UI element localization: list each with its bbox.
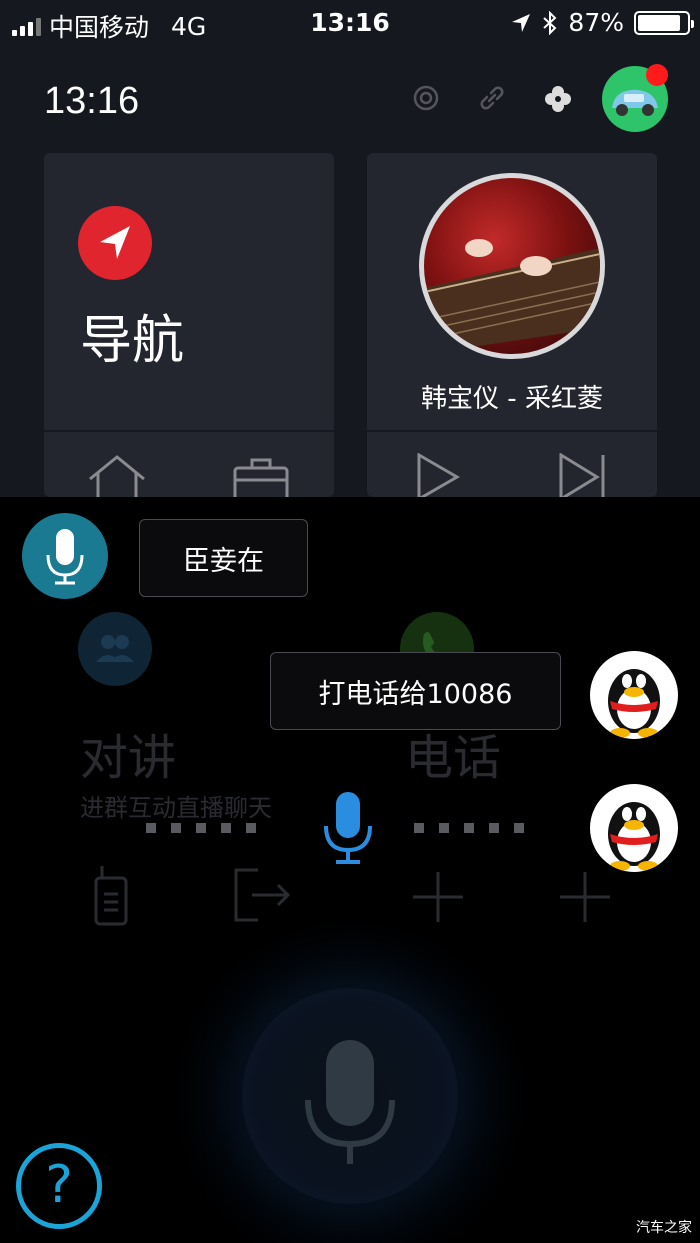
- navigation-arrow-icon: [78, 206, 152, 280]
- song-title: 韩宝仪 - 采红菱: [421, 384, 603, 414]
- watermark: 汽车之家: [636, 1220, 692, 1236]
- navigation-title: 导航: [80, 311, 185, 371]
- walkie-talkie-icon: [94, 866, 128, 926]
- header-clock: 13:16: [44, 80, 140, 122]
- bluetooth-icon: [543, 10, 557, 35]
- status-bar: 中国移动 4G 13:16 87%: [0, 0, 700, 46]
- location-arrow-icon: [512, 13, 531, 32]
- battery-icon: [634, 10, 694, 35]
- assistant-reply: 臣妾在: [183, 545, 264, 577]
- listening-mic-icon: [324, 792, 372, 864]
- penguin-avatar-icon: [590, 651, 678, 739]
- help-button[interactable]: ?: [16, 1143, 102, 1229]
- fan-icon[interactable]: [543, 84, 573, 114]
- exit-icon: [234, 868, 291, 922]
- next-icon[interactable]: [557, 453, 609, 497]
- add-icon: [560, 872, 610, 922]
- play-icon[interactable]: [413, 453, 461, 497]
- microphone-icon: [305, 1040, 395, 1164]
- voice-wave-right: [414, 823, 524, 833]
- walkie-group-icon: [78, 612, 152, 686]
- assistant-bubble: 臣妾在: [139, 519, 308, 597]
- add-icon: [413, 872, 463, 922]
- voice-wave-left: [146, 823, 256, 833]
- card-divider: [44, 430, 334, 432]
- user-command: 打电话给10086: [318, 678, 513, 710]
- assistant-mic-icon: [22, 513, 108, 599]
- walkie-subtitle: 进群互动直播聊天: [80, 794, 272, 822]
- notification-dot: [646, 64, 668, 86]
- link-icon[interactable]: [478, 84, 506, 112]
- home-icon[interactable]: [86, 453, 148, 497]
- card-divider: [367, 430, 657, 432]
- battery-percent: 87%: [568, 8, 624, 37]
- target-icon[interactable]: [412, 84, 440, 112]
- walkie-title: 对讲: [80, 730, 177, 786]
- briefcase-icon[interactable]: [232, 456, 290, 497]
- voice-input-button[interactable]: [242, 988, 458, 1204]
- album-art[interactable]: [419, 173, 605, 359]
- penguin-avatar-icon: [590, 784, 678, 872]
- music-card[interactable]: 韩宝仪 - 采红菱: [367, 153, 657, 497]
- navigation-card[interactable]: 导航: [44, 153, 334, 497]
- user-bubble: 打电话给10086: [270, 652, 561, 730]
